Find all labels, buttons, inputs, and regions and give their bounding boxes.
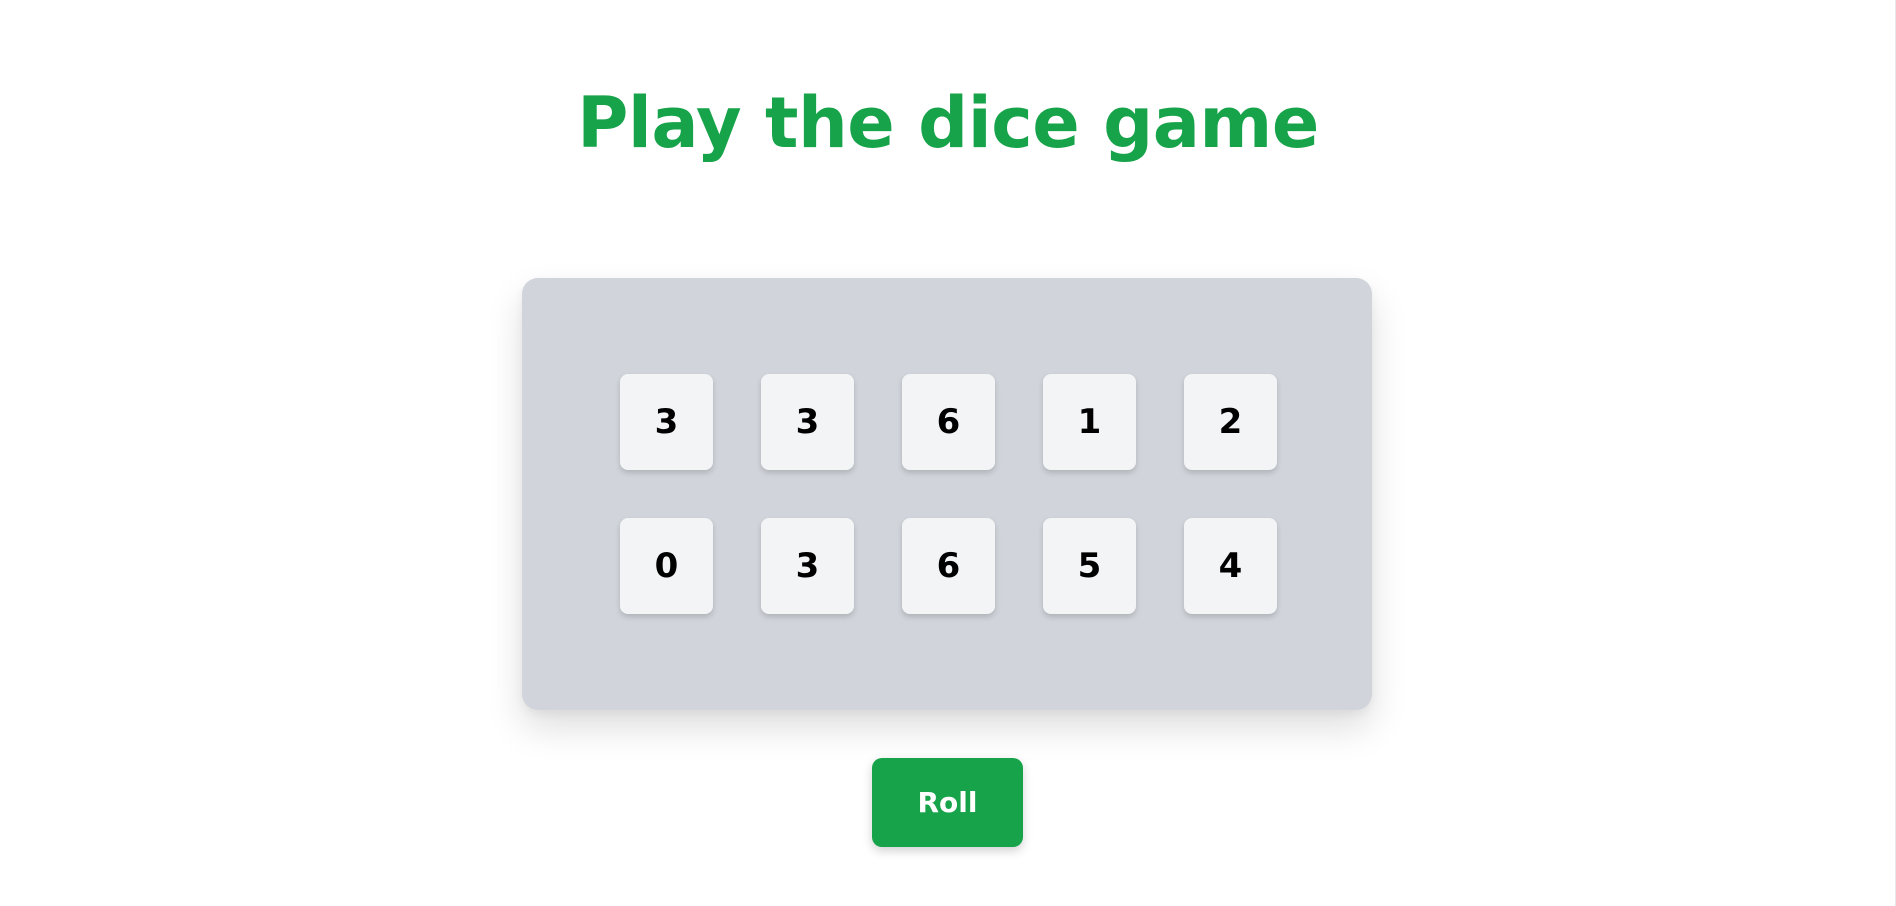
dice-board: 3 3 6 1 2 0 3 6 5 4 (522, 278, 1372, 710)
roll-button[interactable]: Roll (872, 758, 1023, 847)
die-2[interactable]: 3 (761, 374, 854, 470)
die-7[interactable]: 3 (761, 518, 854, 614)
dice-game-page: Play the dice game 3 3 6 1 2 0 3 6 5 4 R… (0, 0, 1896, 906)
page-title: Play the dice game (577, 82, 1319, 164)
die-4[interactable]: 1 (1043, 374, 1136, 470)
die-5[interactable]: 2 (1184, 374, 1277, 470)
dice-grid: 3 3 6 1 2 0 3 6 5 4 (620, 374, 1277, 614)
die-10[interactable]: 4 (1184, 518, 1277, 614)
die-3[interactable]: 6 (902, 374, 995, 470)
die-6[interactable]: 0 (620, 518, 713, 614)
die-8[interactable]: 6 (902, 518, 995, 614)
die-1[interactable]: 3 (620, 374, 713, 470)
die-9[interactable]: 5 (1043, 518, 1136, 614)
